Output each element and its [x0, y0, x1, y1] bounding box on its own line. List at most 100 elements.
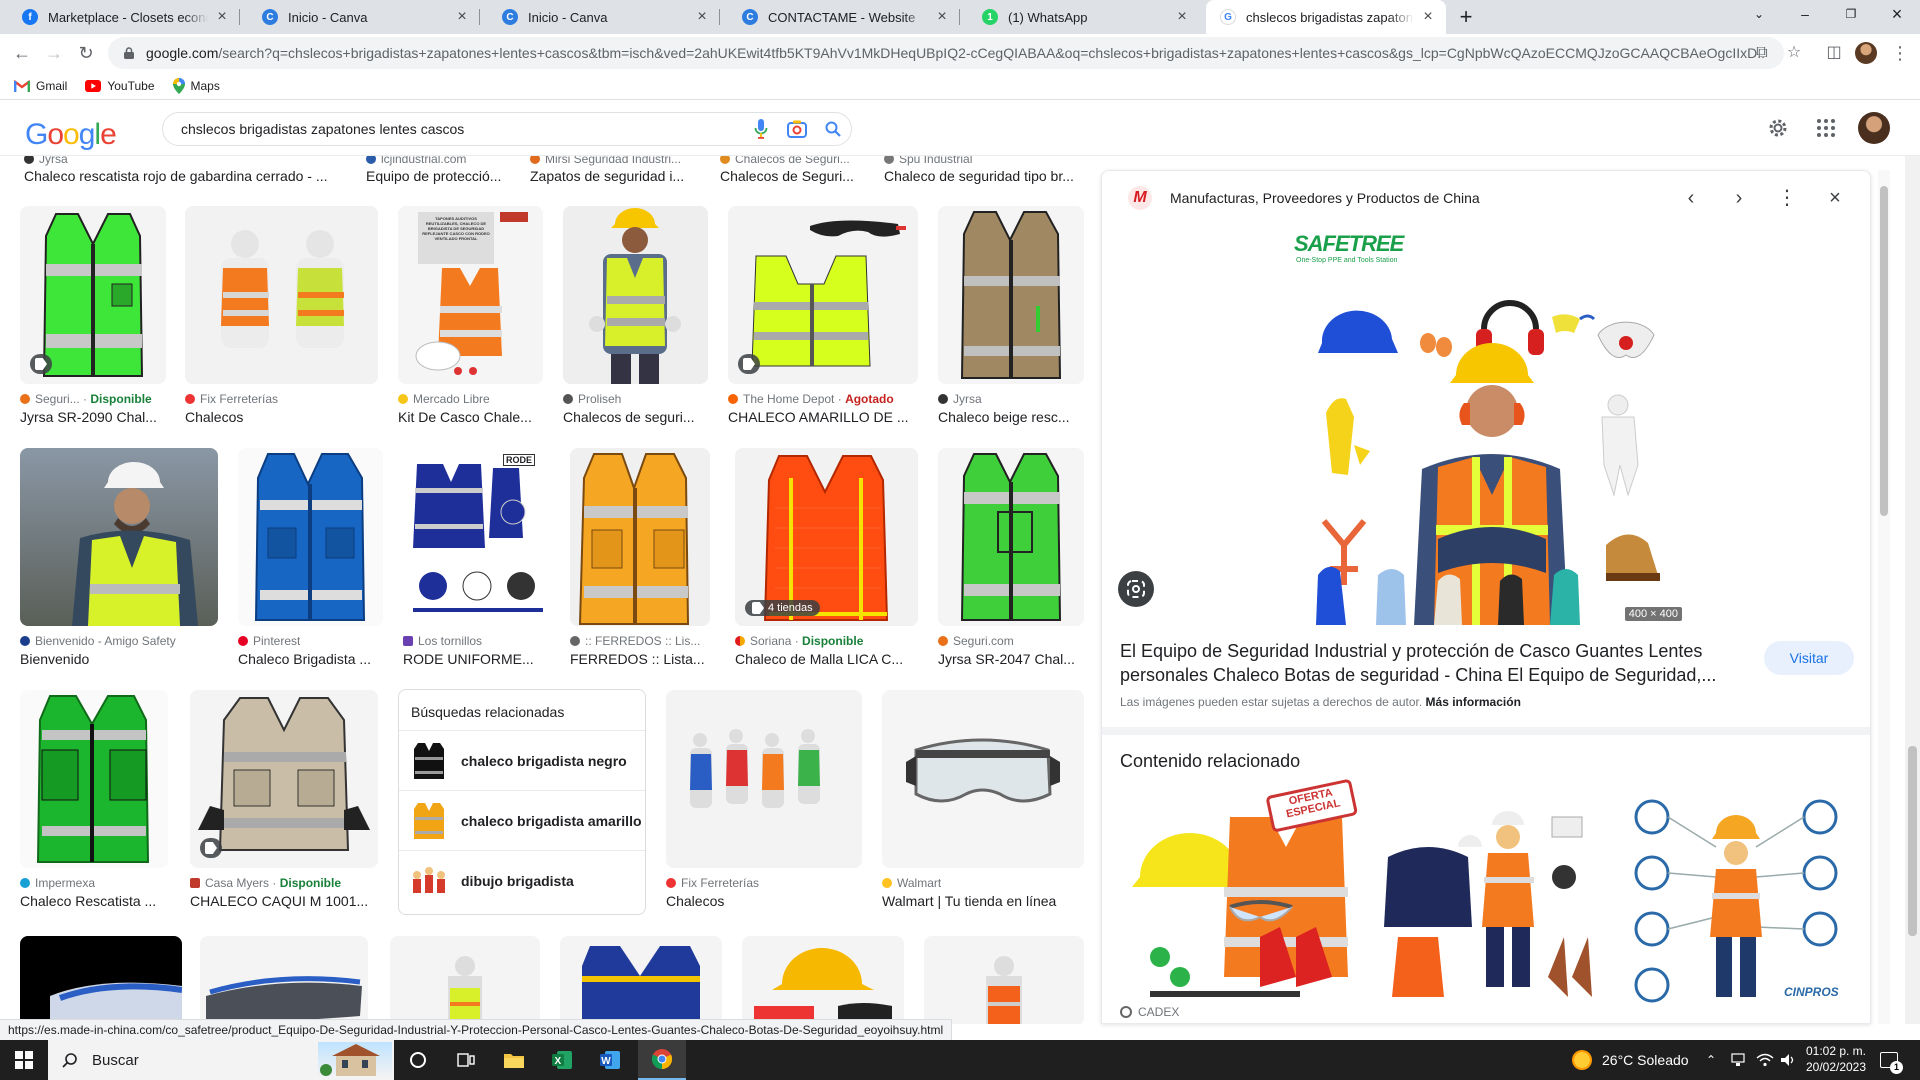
result-card[interactable]: Chalecos de Seguri... Chalecos de Seguri… [720, 156, 862, 186]
preview-image[interactable]: SAFETREE One-Stop PPE and Tools Station … [1288, 225, 1688, 625]
bookmark-maps[interactable]: Maps [172, 77, 220, 94]
result-card[interactable]: :: FERREDOS :: Lis... FERREDOS :: Lista.… [570, 448, 710, 667]
related-search-item[interactable]: dibujo brigadista [399, 850, 645, 910]
page-scrollbar[interactable] [1905, 156, 1920, 1024]
bookmark-star-icon[interactable]: ☆ [1780, 39, 1808, 67]
result-card[interactable]: Jyrsa Chaleco rescatista rojo de gabardi… [24, 156, 344, 186]
result-card[interactable] [924, 936, 1084, 1024]
wifi-icon[interactable] [1756, 1040, 1774, 1080]
result-card[interactable]: Mirsi Seguridad Industri... Zapatos de s… [530, 156, 690, 186]
result-image[interactable] [20, 206, 166, 384]
profile-avatar[interactable] [1852, 39, 1880, 67]
result-card[interactable]: lcjindustrial.com Equipo de protecció... [366, 156, 516, 186]
search-input[interactable]: chslecos brigadistas zapatones lentes ca… [181, 121, 743, 137]
result-card[interactable] [200, 936, 368, 1024]
result-image[interactable] [20, 690, 168, 868]
bookmark-gmail[interactable]: Gmail [14, 79, 67, 93]
bookmark-youtube[interactable]: YouTube [85, 79, 155, 93]
excel-button[interactable]: X [538, 1040, 586, 1080]
volume-icon[interactable] [1780, 1040, 1796, 1080]
chrome-button[interactable] [638, 1040, 686, 1080]
result-card[interactable]: Proliseh Chalecos de seguri... [563, 206, 708, 425]
address-bar[interactable]: google.com/search?q=chslecos+brigadistas… [108, 37, 1784, 69]
network-icon[interactable] [1730, 1040, 1746, 1080]
next-image-button[interactable]: › [1727, 186, 1751, 210]
related-source[interactable]: CADEX [1120, 1005, 1179, 1019]
weather-widget[interactable]: 26°C Soleado [1572, 1040, 1689, 1080]
reload-button[interactable]: ↻ [72, 39, 100, 67]
result-card[interactable]: Casa Myers · Disponible CHALECO CAQUI M … [190, 690, 378, 909]
result-card[interactable]: Seguri.com Jyrsa SR-2047 Chal... [938, 448, 1084, 667]
result-card[interactable] [742, 936, 904, 1024]
panel-source[interactable]: Manufacturas, Proveedores y Productos de… [1170, 190, 1480, 206]
result-card[interactable]: Impermexa Chaleco Rescatista ... [20, 690, 168, 909]
result-card[interactable]: Walmart Walmart | Tu tienda en línea [882, 690, 1084, 909]
close-icon[interactable]: × [694, 8, 710, 26]
visit-button[interactable]: Visitar [1764, 641, 1854, 675]
side-panel-icon[interactable]: ◫ [1820, 39, 1848, 67]
result-image[interactable] [938, 206, 1084, 384]
close-panel-button[interactable]: × [1823, 186, 1847, 210]
result-card[interactable]: Seguri... · Disponible Jyrsa SR-2090 Cha… [20, 206, 166, 425]
result-image[interactable] [185, 206, 378, 384]
show-hidden-icons-button[interactable]: ⌃ [1706, 1040, 1716, 1080]
microphone-icon[interactable] [743, 112, 779, 146]
result-card[interactable]: Pinterest Chaleco Brigadista ... [238, 448, 383, 667]
word-button[interactable]: W [586, 1040, 634, 1080]
result-image[interactable] [570, 448, 710, 626]
related-search-item[interactable]: chaleco brigadista amarillo [399, 790, 645, 850]
close-icon[interactable]: × [1420, 8, 1436, 26]
related-content-image[interactable]: CINPROS [1616, 777, 1856, 1017]
notifications-button[interactable]: 1 [1880, 1040, 1903, 1080]
google-lens-icon[interactable] [779, 112, 815, 146]
result-image[interactable] [560, 936, 722, 1024]
result-card[interactable]: Jyrsa Chaleco beige resc... [938, 206, 1084, 425]
result-card[interactable]: Spu Industrial Chaleco de seguridad tipo… [884, 156, 1080, 186]
result-image[interactable]: 4 tiendas [735, 448, 918, 626]
system-clock[interactable]: 01:02 p. m. 20/02/2023 [1800, 1043, 1872, 1075]
close-icon[interactable]: × [214, 8, 230, 26]
result-image[interactable] [190, 690, 378, 868]
search-icon[interactable] [815, 112, 851, 146]
apps-grid-icon[interactable] [1814, 116, 1838, 140]
result-image[interactable] [728, 206, 918, 384]
result-image[interactable] [200, 936, 368, 1024]
tab-whatsapp[interactable]: 1 (1) WhatsApp × [968, 0, 1200, 34]
close-icon[interactable]: × [934, 8, 950, 26]
result-image[interactable]: TAPONES AUDITIVOS REUTILIZABLES, CHALECO… [398, 206, 543, 384]
result-image[interactable] [238, 448, 383, 626]
result-image[interactable]: RODE [403, 448, 550, 626]
cortana-button[interactable] [394, 1040, 442, 1080]
result-image[interactable] [20, 448, 218, 626]
browser-menu-icon[interactable]: ⋮ [1886, 39, 1914, 67]
start-button[interactable] [0, 1040, 48, 1080]
tab-contactame[interactable]: C CONTACTAME - Website × [728, 0, 960, 34]
result-image[interactable] [742, 936, 904, 1024]
close-icon[interactable]: × [454, 8, 470, 26]
tab-marketplace[interactable]: f Marketplace - Closets económicos × [8, 0, 240, 34]
result-card[interactable]: Bienvenido - Amigo Safety Bienvenido [20, 448, 218, 667]
share-icon[interactable]: ⧉ [1748, 39, 1776, 67]
more-info-link[interactable]: Más información [1426, 695, 1521, 709]
forward-button[interactable]: → [40, 39, 68, 67]
new-tab-button[interactable]: + [1453, 4, 1479, 30]
result-image[interactable] [666, 690, 862, 868]
result-card[interactable]: Fix Ferreterías Chalecos [185, 206, 378, 425]
result-title-link[interactable]: El Equipo de Seguridad Industrial y prot… [1120, 639, 1720, 687]
result-image[interactable] [20, 936, 182, 1024]
task-view-button[interactable] [442, 1040, 490, 1080]
account-avatar[interactable] [1858, 112, 1890, 144]
google-logo[interactable]: Google [25, 118, 117, 152]
panel-scrollbar[interactable] [1878, 170, 1890, 1024]
minimize-button[interactable]: – [1782, 0, 1828, 30]
result-card[interactable] [560, 936, 722, 1024]
file-explorer-button[interactable] [490, 1040, 538, 1080]
result-card[interactable]: RODE Los tornillos RODE UNIFORME... [403, 448, 550, 667]
more-options-icon[interactable]: ⋮ [1775, 186, 1799, 210]
previous-image-button[interactable]: ‹ [1679, 186, 1703, 210]
restore-button[interactable]: ❐ [1828, 0, 1874, 30]
result-card[interactable]: Fix Ferreterías Chalecos [666, 690, 862, 909]
result-image[interactable] [938, 448, 1084, 626]
tab-canva-1[interactable]: C Inicio - Canva × [248, 0, 480, 34]
tab-search-chevron-icon[interactable]: ⌄ [1736, 0, 1782, 30]
